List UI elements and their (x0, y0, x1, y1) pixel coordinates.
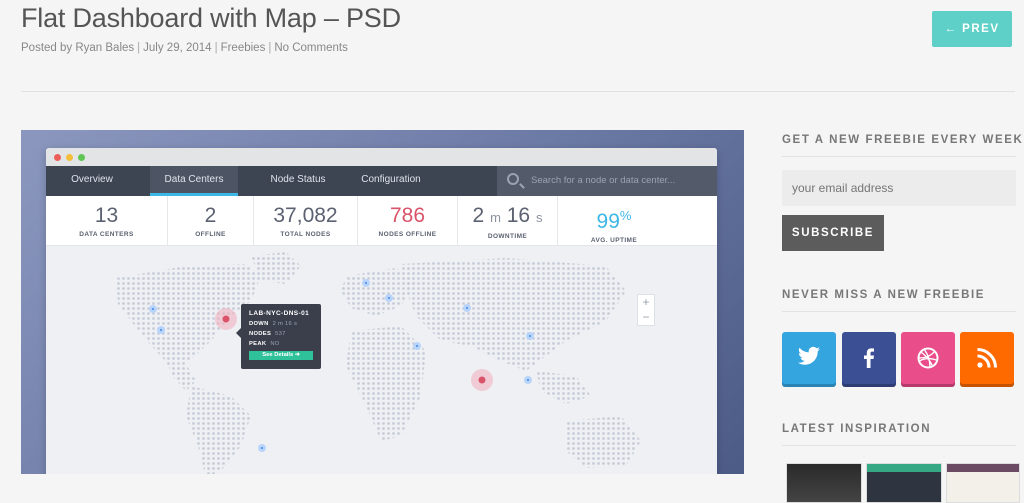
sidebar-divider (782, 311, 1016, 312)
post-category-link[interactable]: Freebies (221, 42, 266, 54)
subscribe-button[interactable]: SUBSCRIBE (782, 215, 884, 251)
stat-offline: 2 OFFLINE (168, 196, 254, 246)
twitter-button[interactable] (782, 332, 836, 384)
tab-configuration: Configuration (361, 174, 421, 185)
inspiration-thumbnail[interactable] (866, 463, 942, 503)
tab-overview: Overview (71, 174, 113, 185)
post-author[interactable]: Posted by Ryan Bales (21, 42, 134, 54)
post-comments-link[interactable]: No Comments (274, 42, 348, 54)
rss-button[interactable] (960, 332, 1014, 384)
stat-nodes-offline: 786 NODES OFFLINE (358, 196, 458, 246)
hero-image[interactable]: Overview Data Centers Node Status Config… (21, 130, 744, 474)
facebook-icon (864, 348, 874, 368)
divider (21, 91, 1015, 92)
freebie-heading: GET A NEW FREEBIE EVERY WEEK (782, 134, 1024, 146)
stats-bar: 13 DATA CENTERS 2 OFFLINE 37,082 TOTAL N… (46, 196, 717, 246)
post-title: Flat Dashboard with Map – PSD (21, 3, 401, 33)
facebook-button[interactable] (842, 332, 896, 384)
minimize-dot-icon (66, 154, 73, 161)
maximize-dot-icon (78, 154, 85, 161)
twitter-icon (798, 346, 820, 365)
see-details-button: See Details ➜ (249, 351, 313, 360)
map-tooltip: LAB-NYC-DNS-01 DOWN 2 m 16 s NODES 537 PEA… (236, 304, 321, 369)
sidebar-divider (782, 445, 1016, 446)
sidebar-divider (782, 156, 1016, 157)
email-field[interactable] (782, 170, 1016, 206)
social-heading: NEVER MISS A NEW FREEBIE (782, 289, 986, 301)
dotted-world-map (116, 252, 641, 474)
tab-node-status: Node Status (270, 174, 326, 185)
inspiration-thumbnail[interactable] (786, 463, 862, 503)
rss-icon (977, 348, 997, 368)
post-date: July 29, 2014 (143, 42, 212, 54)
map-zoom-control: + − (637, 294, 655, 326)
dribbble-button[interactable] (901, 332, 955, 384)
dashboard-nav: Overview Data Centers Node Status Config… (46, 166, 717, 196)
search-placeholder: Search for a node or data center... (531, 175, 676, 186)
close-dot-icon (54, 154, 61, 161)
world-map: + − LAB-NYC-DNS-01 DOWN 2 m 16 s NODES 537 … (46, 246, 717, 474)
tab-data-centers: Data Centers (150, 166, 238, 196)
inspiration-thumbnail[interactable] (946, 463, 1020, 503)
stat-avg-uptime: 99% AVG. UPTIME (590, 208, 638, 244)
dashboard-search: Search for a node or data center... (497, 166, 717, 196)
stat-data-centers: 13 DATA CENTERS (46, 196, 168, 246)
prev-button[interactable]: ← PREV (932, 11, 1012, 47)
post-meta: Posted by Ryan Bales | July 29, 2014 | Freeb… (21, 42, 348, 54)
dashboard-window: Overview Data Centers Node Status Config… (46, 148, 717, 474)
dribbble-icon (917, 347, 939, 369)
search-icon (507, 173, 519, 185)
window-titlebar (46, 148, 717, 166)
stat-total-nodes: 37,082 TOTAL NODES (254, 196, 358, 246)
inspiration-heading: LATEST INSPIRATION (782, 423, 932, 435)
stat-downtime: 2 m 16 s DOWNTIME (458, 196, 558, 246)
